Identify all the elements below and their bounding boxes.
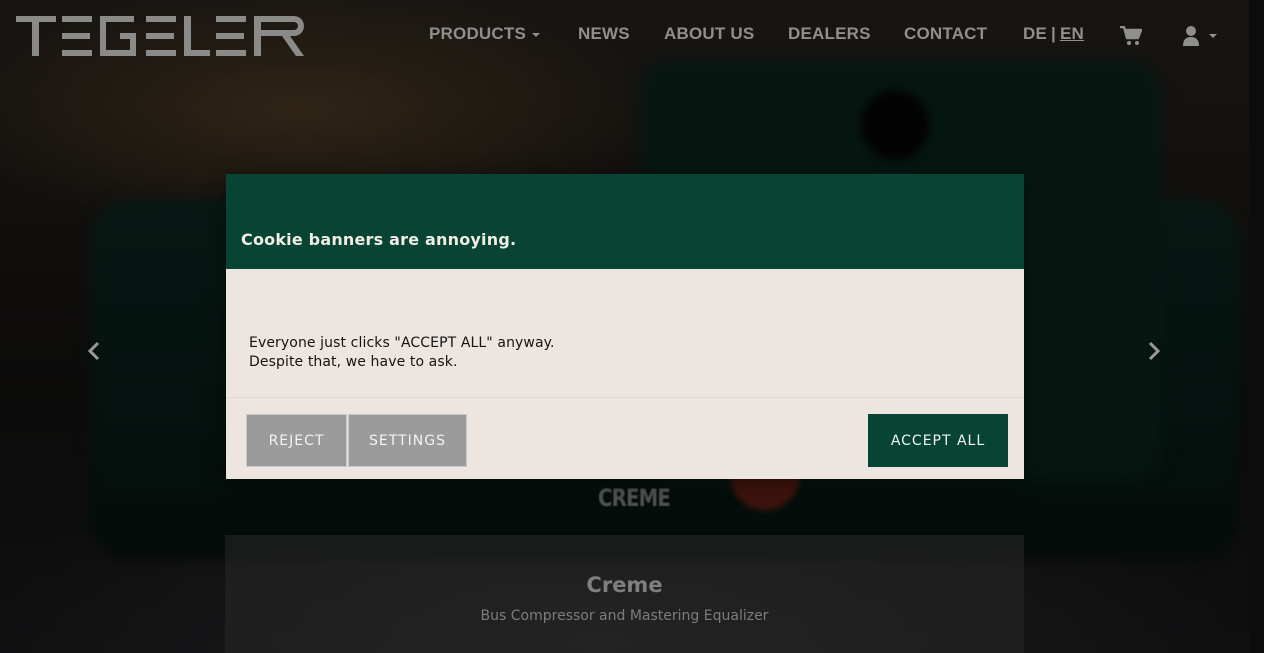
nav-products[interactable]: PRODUCTS bbox=[429, 24, 540, 44]
nav-news[interactable]: NEWS bbox=[578, 24, 630, 44]
slide-caption: Creme Bus Compressor and Mastering Equal… bbox=[225, 535, 1024, 653]
nav-contact[interactable]: CONTACT bbox=[904, 24, 987, 44]
shopping-cart-icon[interactable] bbox=[1120, 26, 1142, 46]
chevron-left-icon[interactable] bbox=[86, 340, 102, 362]
reject-button[interactable]: REJECT bbox=[246, 414, 347, 467]
cookie-modal-title: Cookie banners are annoying. bbox=[241, 230, 517, 249]
language-switcher: DE | EN bbox=[1023, 24, 1084, 44]
cookie-text-line-1: Everyone just clicks "ACCEPT ALL" anyway… bbox=[249, 335, 555, 351]
cookie-modal-header: Cookie banners are annoying. bbox=[226, 174, 1024, 269]
cookie-modal-divider bbox=[226, 397, 1024, 398]
slide-subtitle: Bus Compressor and Mastering Equalizer bbox=[480, 608, 769, 624]
nav-about-us[interactable]: ABOUT US bbox=[664, 24, 754, 44]
chevron-down-icon bbox=[532, 32, 540, 37]
cookie-text-line-2: Despite that, we have to ask. bbox=[249, 354, 458, 370]
accept-all-button[interactable]: ACCEPT ALL bbox=[868, 414, 1008, 467]
tegeler-logo[interactable] bbox=[16, 14, 306, 58]
settings-button[interactable]: SETTINGS bbox=[348, 414, 467, 467]
chevron-right-icon[interactable] bbox=[1146, 340, 1162, 362]
nav-dealers[interactable]: DEALERS bbox=[788, 24, 871, 44]
scrollbar-track[interactable] bbox=[1249, 0, 1264, 653]
lang-en-link[interactable]: EN bbox=[1060, 24, 1084, 43]
user-icon[interactable] bbox=[1182, 25, 1218, 47]
cookie-modal: Cookie banners are annoying. Everyone ju… bbox=[226, 174, 1024, 479]
nav-products-label: PRODUCTS bbox=[429, 24, 526, 43]
cookie-modal-body: Everyone just clicks "ACCEPT ALL" anyway… bbox=[249, 334, 555, 372]
lang-separator: | bbox=[1051, 24, 1056, 43]
lang-de-link[interactable]: DE bbox=[1023, 24, 1047, 43]
slide-title[interactable]: Creme bbox=[225, 573, 1024, 597]
